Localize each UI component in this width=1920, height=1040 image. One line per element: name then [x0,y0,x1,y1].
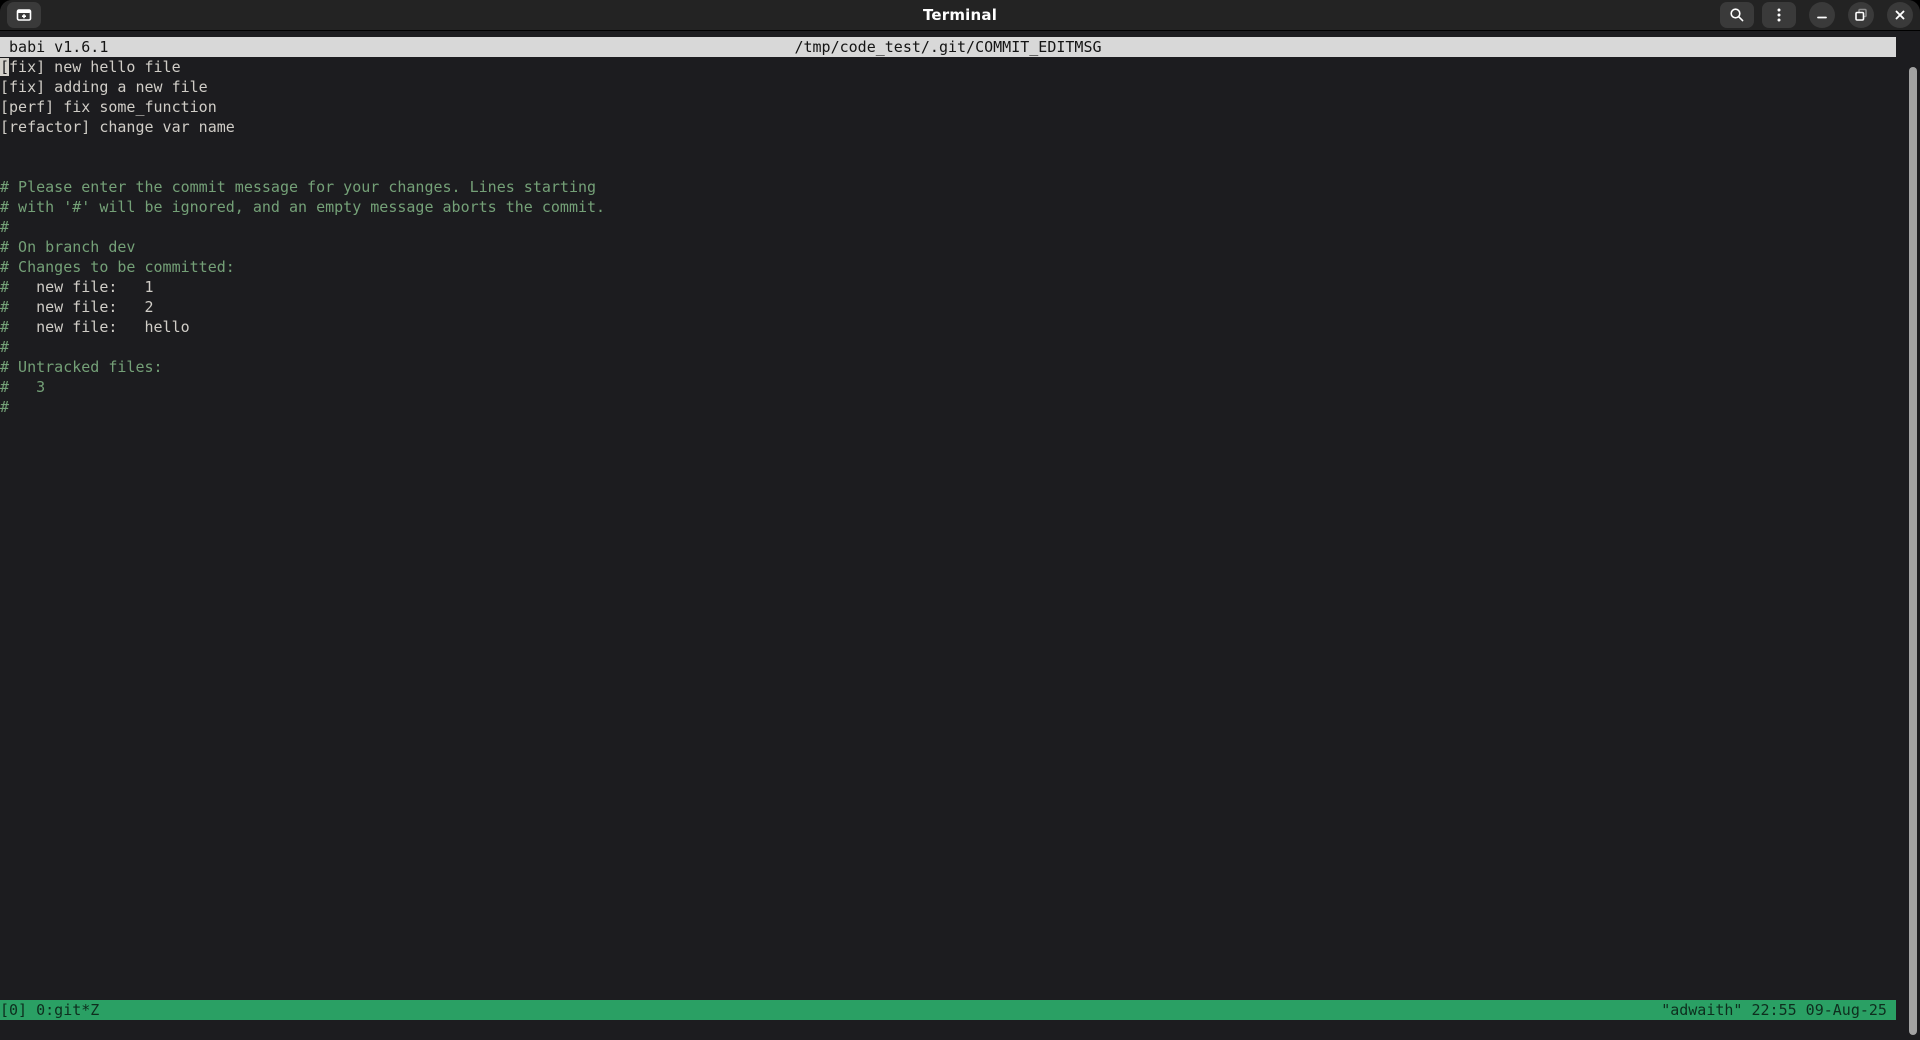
terminal-line-5 [0,137,1896,157]
text-segment: # [0,278,9,296]
terminal-line-7: # Please enter the commit message for yo… [0,177,1896,197]
minus-icon [1815,8,1829,22]
terminal-line-11: # Changes to be committed: [0,257,1896,277]
text-segment: # [0,398,9,416]
text-segment: # Please enter the commit message for yo… [0,178,596,196]
editor-file-path: /tmp/code_test/.git/COMMIT_EDITMSG [0,37,1896,57]
new-tab-button[interactable] [7,2,41,28]
tmux-status-bar: [0] 0:git*Z "adwaith" 22:55 09-Aug-25 [0,1000,1896,1020]
text-segment: new file: 2 [9,298,154,316]
text-segment: # [0,298,9,316]
terminal-line-14: # new file: hello [0,317,1896,337]
text-segment: # Changes to be committed: [0,258,235,276]
search-icon [1729,7,1745,23]
text-segment: # 3 [0,378,45,396]
vertical-ellipsis-icon [1771,7,1787,23]
terminal-screen[interactable]: babi v1.6.1 /tmp/code_test/.git/COMMIT_E… [0,31,1920,1040]
terminal-lines: [fix] new hello file[fix] adding a new f… [0,57,1896,417]
search-button[interactable] [1720,2,1754,28]
terminal-line-2: [fix] adding a new file [0,77,1896,97]
text-segment: # [0,338,9,356]
titlebar: Terminal [0,0,1920,31]
text-segment: new file: 1 [9,278,154,296]
terminal-line-4: [refactor] change var name [0,117,1896,137]
close-button[interactable] [1887,2,1913,28]
menu-button[interactable] [1762,2,1796,28]
text-segment: # On branch dev [0,238,135,256]
terminal-line-9: # [0,217,1896,237]
scrollbar-thumb[interactable] [1909,67,1917,1035]
terminal-line-17: # 3 [0,377,1896,397]
tmux-session-info: [0] 0:git*Z [0,1000,99,1020]
text-segment: # [0,218,9,236]
terminal-line-10: # On branch dev [0,237,1896,257]
terminal-line-13: # new file: 2 [0,297,1896,317]
x-icon [1893,8,1907,22]
minimize-button[interactable] [1809,2,1835,28]
tmux-host-clock: "adwaith" 22:55 09-Aug-25 [1661,1000,1896,1020]
text-segment: # [0,318,9,336]
terminal-line-6 [0,157,1896,177]
terminal-line-8: # with '#' will be ignored, and an empty… [0,197,1896,217]
terminal-line-1: [fix] new hello file [0,57,1896,77]
terminal-line-12: # new file: 1 [0,277,1896,297]
text-segment: new file: hello [9,318,190,336]
restore-button[interactable] [1848,2,1874,28]
text-segment: # Untracked files: [0,358,163,376]
text-segment: [refactor] change var name [0,118,235,136]
terminal-line-16: # Untracked files: [0,357,1896,377]
text-segment: # with '#' will be ignored, and an empty… [0,198,605,216]
window-title: Terminal [0,6,1920,24]
terminal-line-18: # [0,397,1896,417]
terminal-window: Terminal [0,0,1920,1040]
overlapping-squares-icon [1854,8,1868,22]
terminal-line-15: # [0,337,1896,357]
terminal-new-tab-icon [16,7,32,23]
editor-header-bar: babi v1.6.1 /tmp/code_test/.git/COMMIT_E… [0,37,1896,57]
terminal-line-3: [perf] fix some_function [0,97,1896,117]
